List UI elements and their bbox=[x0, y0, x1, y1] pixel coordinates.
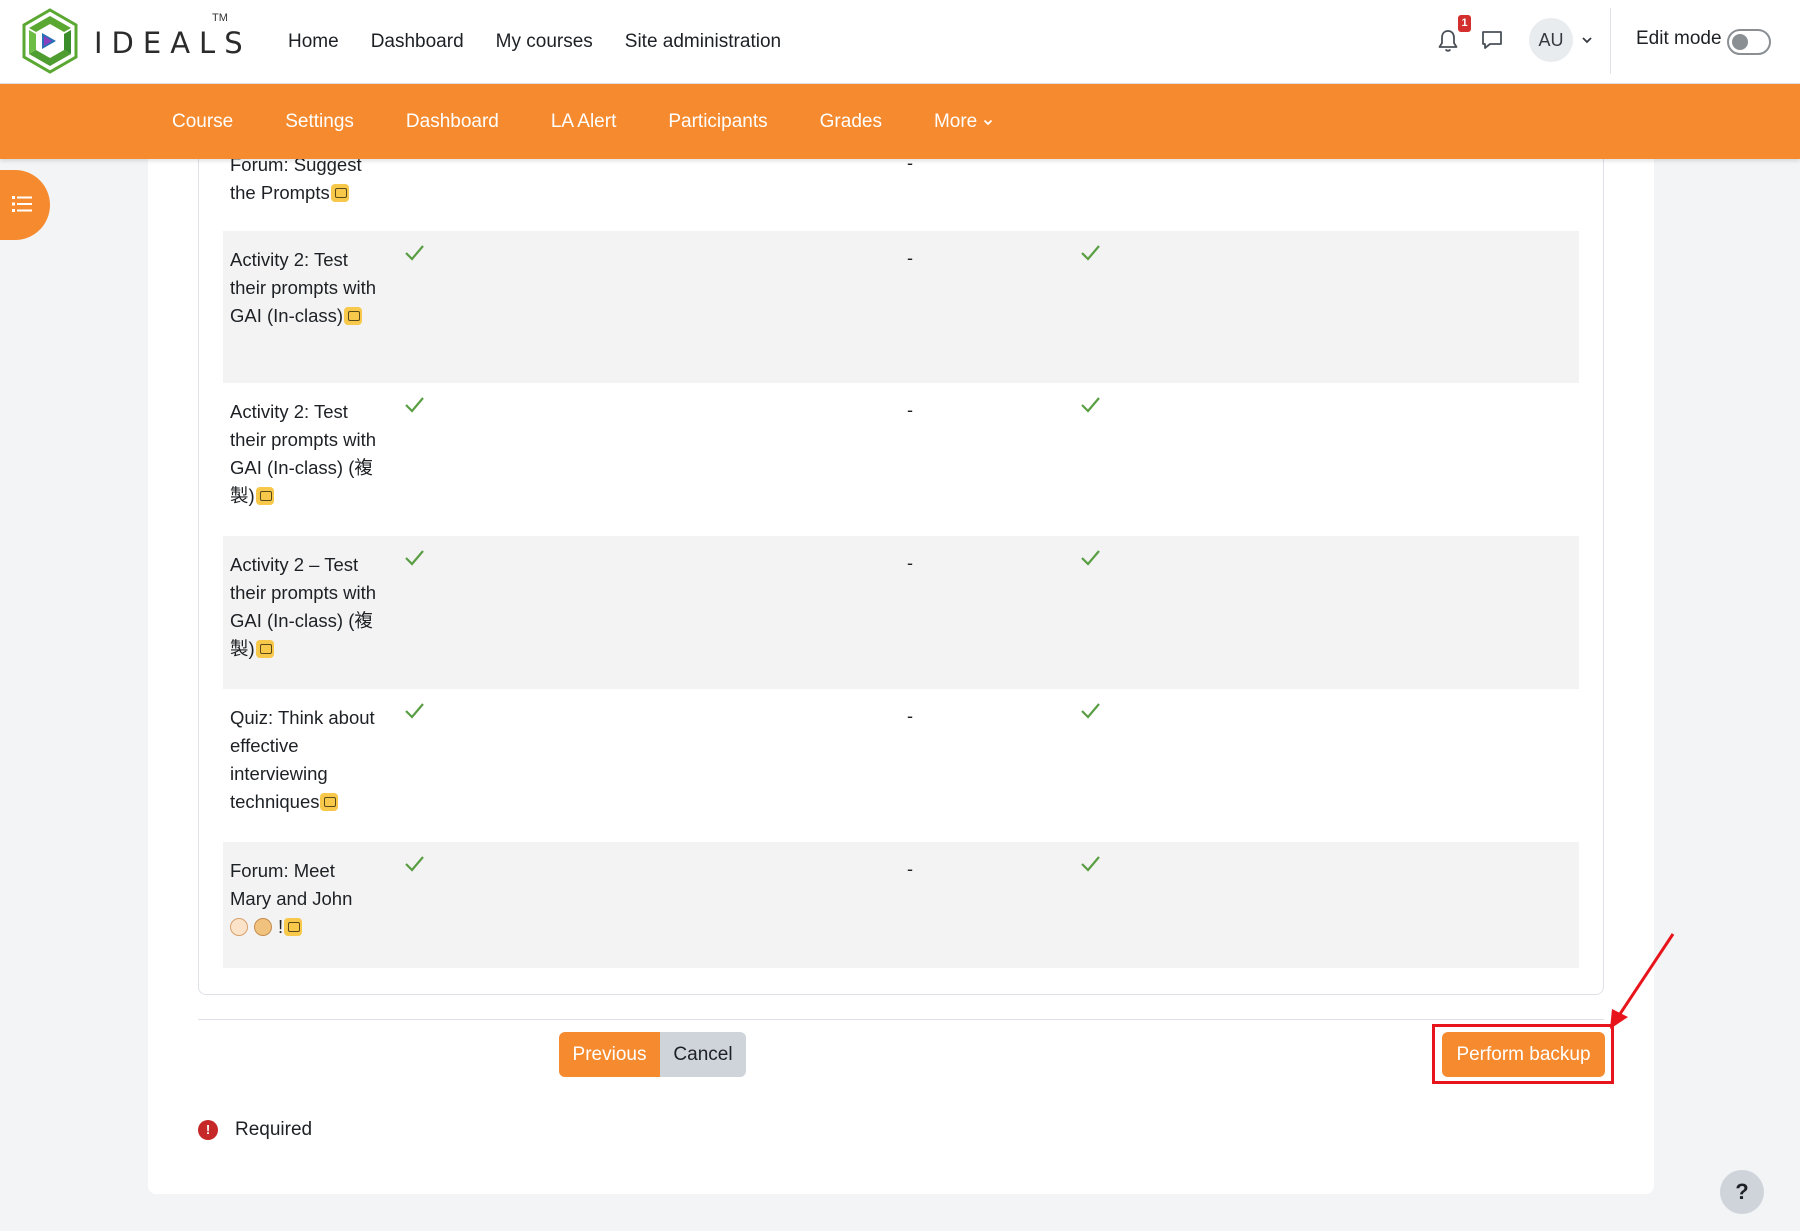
ideals-logo-icon bbox=[22, 8, 78, 74]
notification-count-badge: 1 bbox=[1458, 15, 1471, 32]
primary-nav: Home Dashboard My courses Site administr… bbox=[272, 0, 797, 84]
previous-button[interactable]: Previous bbox=[559, 1032, 660, 1077]
required-exclamation-icon: ! bbox=[198, 1120, 218, 1140]
brand-name: IDEALS bbox=[94, 26, 252, 60]
brand-trademark: TM bbox=[212, 12, 228, 24]
chevron-down-icon[interactable] bbox=[1580, 33, 1594, 47]
help-button[interactable]: ? bbox=[1720, 1170, 1764, 1214]
check-icon bbox=[1081, 550, 1100, 566]
form-divider bbox=[198, 1019, 1604, 1020]
nav-home[interactable]: Home bbox=[288, 31, 339, 53]
activity-emoji-icon bbox=[255, 640, 274, 658]
person-emoji-icon bbox=[230, 918, 248, 936]
tab-course[interactable]: Course bbox=[172, 111, 233, 133]
toggle-knob bbox=[1732, 34, 1748, 50]
nav-dashboard[interactable]: Dashboard bbox=[371, 31, 464, 53]
activity-emoji-icon bbox=[255, 487, 274, 505]
tab-dashboard[interactable]: Dashboard bbox=[406, 111, 499, 133]
tab-participants[interactable]: Participants bbox=[668, 111, 767, 133]
check-icon bbox=[1081, 245, 1100, 261]
table-row: Forum: Suggest the Prompts - bbox=[223, 159, 1579, 231]
tab-settings[interactable]: Settings bbox=[285, 111, 354, 133]
forum-emoji-icon bbox=[284, 918, 303, 936]
check-icon bbox=[1081, 397, 1100, 413]
userdata-value: - bbox=[907, 159, 913, 173]
activity-name: Forum: Suggest the Prompts bbox=[230, 159, 362, 203]
table-row: Quiz: Think about effective interviewing… bbox=[223, 689, 1579, 842]
bell-icon[interactable] bbox=[1436, 28, 1460, 54]
check-icon bbox=[405, 397, 424, 413]
user-avatar[interactable]: AU bbox=[1529, 18, 1573, 62]
quiz-emoji-icon bbox=[320, 793, 339, 811]
tab-more-label: More bbox=[933, 110, 978, 132]
table-row: Forum: Meet Mary and John ! - bbox=[223, 842, 1579, 968]
person-emoji-icon bbox=[254, 918, 272, 936]
course-secondary-nav: Course Settings Dashboard LA Alert Parti… bbox=[0, 84, 1800, 159]
nav-my-courses[interactable]: My courses bbox=[496, 31, 593, 53]
check-icon bbox=[1081, 856, 1100, 872]
list-icon bbox=[12, 196, 32, 212]
userdata-value: - bbox=[907, 706, 913, 726]
activity-name: Quiz: Think about effective interviewing… bbox=[230, 707, 375, 812]
tab-grades[interactable]: Grades bbox=[820, 111, 882, 133]
table-row: Activity 2 – Test their prompts with GAI… bbox=[223, 536, 1579, 689]
check-icon bbox=[405, 856, 424, 872]
chevron-down-icon bbox=[984, 119, 993, 125]
top-navbar: IDEALS TM Home Dashboard My courses Site… bbox=[0, 0, 1800, 84]
userdata-value: - bbox=[907, 400, 913, 420]
check-icon bbox=[405, 245, 424, 261]
nav-site-administration[interactable]: Site administration bbox=[625, 31, 781, 53]
check-icon bbox=[405, 703, 424, 719]
required-label: Required bbox=[235, 1119, 313, 1140]
main-region: Forum: Suggest the Prompts - Activity 2:… bbox=[148, 159, 1675, 1194]
forum-emoji-icon bbox=[330, 184, 349, 202]
tab-la-alert[interactable]: LA Alert bbox=[551, 111, 617, 133]
course-index-drawer-button[interactable] bbox=[0, 170, 50, 240]
table-row: Activity 2: Test their prompts with GAI … bbox=[223, 383, 1579, 536]
required-legend: ! Required bbox=[198, 1119, 312, 1141]
activity-emoji-icon bbox=[344, 307, 363, 325]
check-icon bbox=[405, 550, 424, 566]
userdata-value: - bbox=[907, 553, 913, 573]
activity-name: Activity 2: Test their prompts with GAI … bbox=[230, 249, 376, 326]
userdata-value: - bbox=[907, 859, 913, 879]
check-icon bbox=[1081, 703, 1100, 719]
table-row: Activity 2: Test their prompts with GAI … bbox=[223, 231, 1579, 383]
cancel-button[interactable]: Cancel bbox=[660, 1032, 746, 1077]
tab-more[interactable]: More bbox=[934, 111, 994, 133]
edit-mode-label: Edit mode bbox=[1636, 28, 1722, 49]
edit-mode-toggle[interactable] bbox=[1727, 29, 1771, 55]
navbar-divider bbox=[1610, 8, 1611, 74]
activity-name: Activity 2 – Test their prompts with GAI… bbox=[230, 554, 376, 659]
annotation-arrow-icon bbox=[1610, 933, 1675, 1029]
activity-name: Forum: Meet Mary and John ! bbox=[230, 860, 353, 937]
activity-name: Activity 2: Test their prompts with GAI … bbox=[230, 401, 376, 506]
backup-items-table: Forum: Suggest the Prompts - Activity 2:… bbox=[198, 159, 1604, 995]
chat-icon[interactable] bbox=[1480, 28, 1504, 52]
userdata-value: - bbox=[907, 248, 913, 268]
